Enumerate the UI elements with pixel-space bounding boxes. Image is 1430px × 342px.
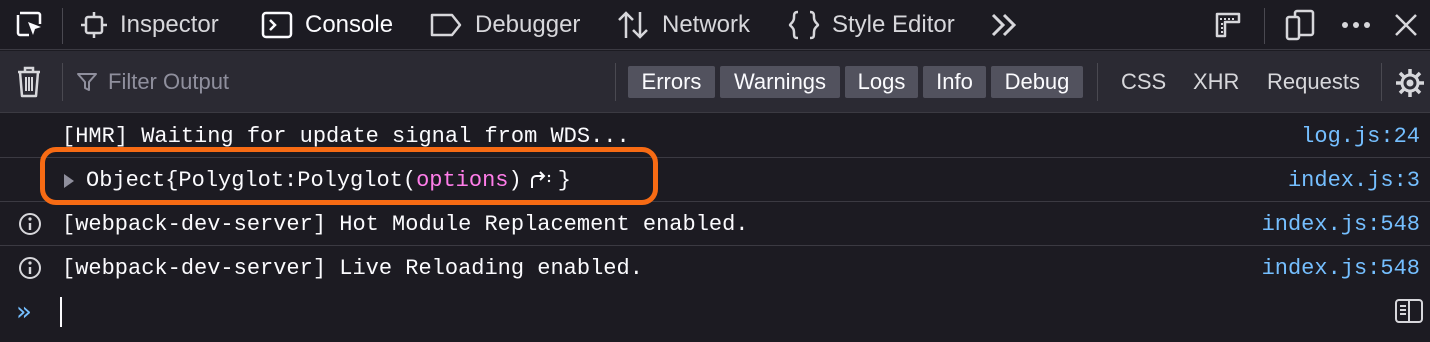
inspector-icon <box>81 12 107 38</box>
function-name: Polyglot( <box>297 167 417 193</box>
object-preview[interactable]: Object { Polyglot: Polyglot(options) } <box>86 158 571 202</box>
console-input-row[interactable]: » <box>0 283 1430 342</box>
debugger-icon <box>430 13 462 37</box>
text-caret <box>60 297 62 327</box>
style-editor-icon <box>788 10 820 40</box>
info-icon <box>19 213 41 235</box>
responsive-design-button[interactable] <box>1206 6 1250 44</box>
dock-button[interactable] <box>1278 6 1322 44</box>
filter-output-field[interactable] <box>76 61 596 103</box>
filter-requests-button[interactable]: Requests <box>1267 66 1360 98</box>
source-link[interactable]: log.js:24 <box>1301 114 1420 158</box>
tab-inspector[interactable]: Inspector <box>80 0 219 50</box>
console-settings-button[interactable] <box>1390 65 1430 101</box>
close-brace: } <box>557 167 571 193</box>
tab-style-editor[interactable]: Style Editor <box>788 0 955 50</box>
source-link[interactable]: index.js:548 <box>1262 202 1420 246</box>
filterbar-divider <box>615 63 616 101</box>
console-icon <box>261 11 293 39</box>
close-paren: ) <box>508 167 522 193</box>
filterbar-divider <box>1097 63 1098 101</box>
filterbar-divider <box>62 63 63 101</box>
filter-xhr-button[interactable]: XHR <box>1193 66 1239 98</box>
clear-console-button[interactable] <box>12 63 46 101</box>
toolbar-divider <box>62 8 63 44</box>
filter-logs-button[interactable]: Logs <box>845 66 918 98</box>
object-message: Object { Polyglot: Polyglot(options) } i… <box>0 158 1430 202</box>
filter-css-button[interactable]: CSS <box>1121 66 1166 98</box>
devtools-toolbar: Inspector Console Debugger Network Style… <box>0 0 1430 50</box>
responsive-design-icon <box>1215 12 1241 38</box>
filterbar-divider <box>1381 63 1382 101</box>
object-key: Polyglot: <box>178 167 298 193</box>
trash-icon <box>18 66 40 98</box>
message-text: [HMR] Waiting for update signal from WDS… <box>62 123 630 149</box>
open-brace: { <box>165 167 179 193</box>
more-options-icon <box>1342 22 1370 28</box>
expand-arrow-icon[interactable] <box>64 174 74 188</box>
tab-debugger[interactable]: Debugger <box>429 0 580 50</box>
tab-label: Style Editor <box>832 11 955 38</box>
tab-label: Inspector <box>120 11 219 38</box>
function-param: options <box>416 167 509 193</box>
tab-label: Network <box>662 11 751 38</box>
object-label: Object <box>86 167 166 193</box>
info-icon <box>19 257 41 279</box>
source-link[interactable]: index.js:3 <box>1288 158 1420 202</box>
prompt-chevron-icon: » <box>16 297 32 327</box>
log-message: [HMR] Waiting for update signal from WDS… <box>0 114 1430 158</box>
gear-icon <box>1396 69 1424 97</box>
more-options-button[interactable] <box>1334 6 1378 44</box>
element-picker-button[interactable] <box>8 8 52 42</box>
tab-console[interactable]: Console <box>261 0 393 50</box>
close-icon <box>1395 14 1417 36</box>
element-picker-icon <box>16 11 42 37</box>
tab-label: Debugger <box>475 11 581 38</box>
filter-icon <box>77 73 97 91</box>
more-tabs-button[interactable] <box>982 6 1026 44</box>
toolbar-divider <box>1264 8 1265 44</box>
filter-errors-button[interactable]: Errors <box>628 66 715 98</box>
editor-mode-toggle-icon[interactable] <box>1394 297 1424 325</box>
console-filter-bar: Errors Warnings Logs Info Debug CSS XHR … <box>0 51 1430 113</box>
filter-warnings-button[interactable]: Warnings <box>720 66 840 98</box>
jump-to-definition-icon[interactable] <box>528 170 552 190</box>
dock-icon <box>1285 9 1315 41</box>
info-message: [webpack-dev-server] Hot Module Replacem… <box>0 202 1430 246</box>
chevron-double-right-icon <box>991 13 1017 37</box>
tab-label: Console <box>305 11 394 38</box>
filter-debug-button[interactable]: Debug <box>991 66 1083 98</box>
message-text: [webpack-dev-server] Hot Module Replacem… <box>62 211 749 237</box>
filter-info-button[interactable]: Info <box>923 66 986 98</box>
network-icon <box>618 11 648 39</box>
tab-network[interactable]: Network <box>616 0 750 50</box>
close-devtools-button[interactable] <box>1384 6 1428 44</box>
filter-output-input[interactable] <box>108 69 588 95</box>
